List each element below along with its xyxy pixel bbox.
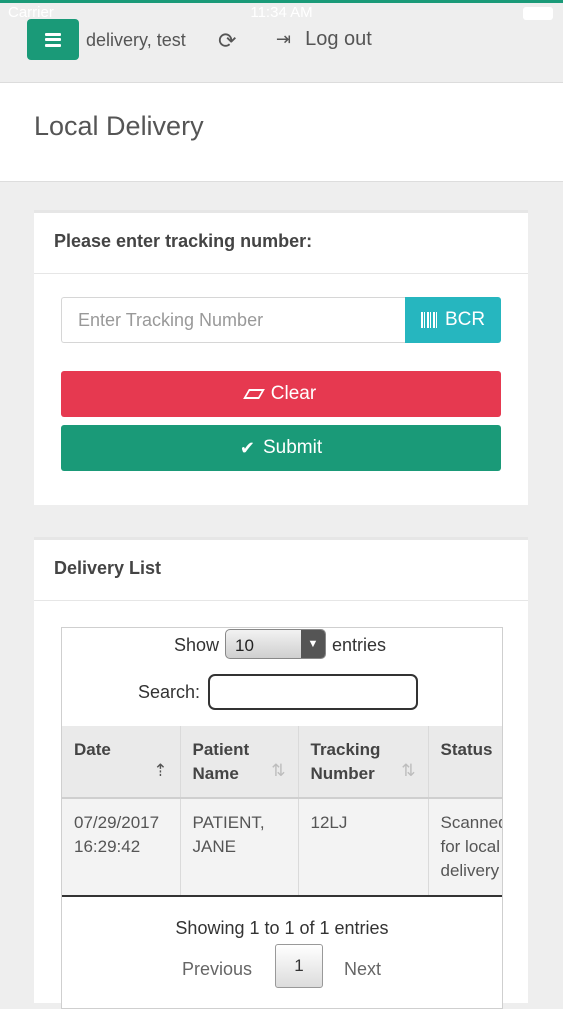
- cell-patient-name: PATIENT, JANE: [180, 798, 299, 897]
- show-label: Show: [174, 635, 220, 655]
- search-label: Search:: [138, 682, 201, 702]
- sign-out-icon: ⇥: [276, 29, 292, 49]
- barcode-icon: [420, 312, 439, 328]
- cell-date: 07/29/2017 16:29:42: [62, 798, 181, 897]
- tracking-panel-heading: Please enter tracking number:: [34, 213, 528, 274]
- dropdown-arrow-icon: ▼: [301, 630, 325, 658]
- delivery-list-title: Delivery List: [54, 558, 162, 578]
- submit-button[interactable]: ✔ Submit: [61, 425, 501, 471]
- entries-select[interactable]: 10 ▼: [225, 629, 326, 659]
- tracking-heading: Please enter tracking number:: [54, 231, 313, 251]
- eraser-icon: [242, 389, 265, 399]
- tracking-panel: Please enter tracking number: BCR Clear …: [34, 210, 528, 505]
- previous-page-button[interactable]: Previous: [182, 959, 252, 980]
- table-info: Showing 1 to 1 of 1 entries: [175, 918, 389, 938]
- table-header-row: Date ⇡ Patient Name ⇅ Tracking Number ⇅ …: [62, 726, 502, 799]
- next-page-button[interactable]: Next: [344, 959, 381, 980]
- column-header-label: Patient Name: [192, 740, 250, 783]
- sort-icon: ⇅: [271, 761, 286, 780]
- page-1-button[interactable]: 1: [275, 944, 323, 988]
- search-input[interactable]: [208, 674, 418, 710]
- sort-asc-icon: ⇡: [153, 761, 168, 780]
- column-header-date[interactable]: Date ⇡: [62, 726, 181, 799]
- table-row[interactable]: 07/29/2017 16:29:42 PATIENT, JANE 12LJ S…: [62, 798, 502, 897]
- menu-button[interactable]: [27, 19, 79, 60]
- bcr-button[interactable]: BCR: [405, 297, 501, 343]
- datatable-wrapper: Show 10 ▼ entries Search: Date ⇡ Patient…: [61, 627, 503, 1009]
- column-header-label: Tracking Number: [310, 740, 381, 783]
- hamburger-icon: [45, 32, 61, 47]
- tracking-number-input[interactable]: [61, 297, 405, 343]
- column-header-label: Date: [74, 740, 111, 759]
- tracking-input-group: BCR: [61, 297, 501, 343]
- status-bar: Carrier 11:34 AM: [0, 2, 563, 24]
- page-header: Local Delivery: [0, 83, 563, 182]
- delivery-list-heading: Delivery List: [34, 540, 528, 601]
- pagination: Previous 1 Next: [62, 944, 502, 988]
- logout-label: Log out: [305, 28, 372, 50]
- logout-button[interactable]: ⇥ Log out: [276, 28, 372, 51]
- table-search: Search:: [62, 674, 502, 712]
- delivery-list-panel: Delivery List Show 10 ▼ entries Search: …: [34, 537, 528, 1009]
- clear-label: Clear: [270, 383, 317, 404]
- page-title: Local Delivery: [34, 111, 204, 141]
- submit-label: Submit: [262, 437, 323, 458]
- column-header-tracking-number[interactable]: Tracking Number ⇅: [298, 726, 429, 799]
- user-name: delivery, test: [86, 30, 186, 50]
- battery-icon: [523, 7, 553, 20]
- cell-tracking-number: 12LJ: [298, 798, 429, 897]
- status-time: 11:34 AM: [250, 4, 313, 21]
- clear-button[interactable]: Clear: [61, 371, 501, 417]
- delivery-table: Date ⇡ Patient Name ⇅ Tracking Number ⇅ …: [62, 726, 502, 897]
- entries-select-value: 10: [235, 636, 254, 655]
- entries-label: entries: [332, 635, 387, 655]
- column-header-patient-name[interactable]: Patient Name ⇅: [180, 726, 299, 799]
- column-header-label: Status: [440, 740, 493, 759]
- refresh-icon[interactable]: ⟳: [218, 28, 236, 54]
- entries-length-control: Show 10 ▼ entries: [62, 628, 502, 662]
- column-header-status[interactable]: Status: [428, 726, 502, 799]
- sort-icon: ⇅: [401, 761, 416, 780]
- bcr-label: BCR: [444, 309, 486, 330]
- check-icon: ✔: [239, 437, 255, 458]
- cell-status: Scanned for local delivery: [428, 798, 502, 897]
